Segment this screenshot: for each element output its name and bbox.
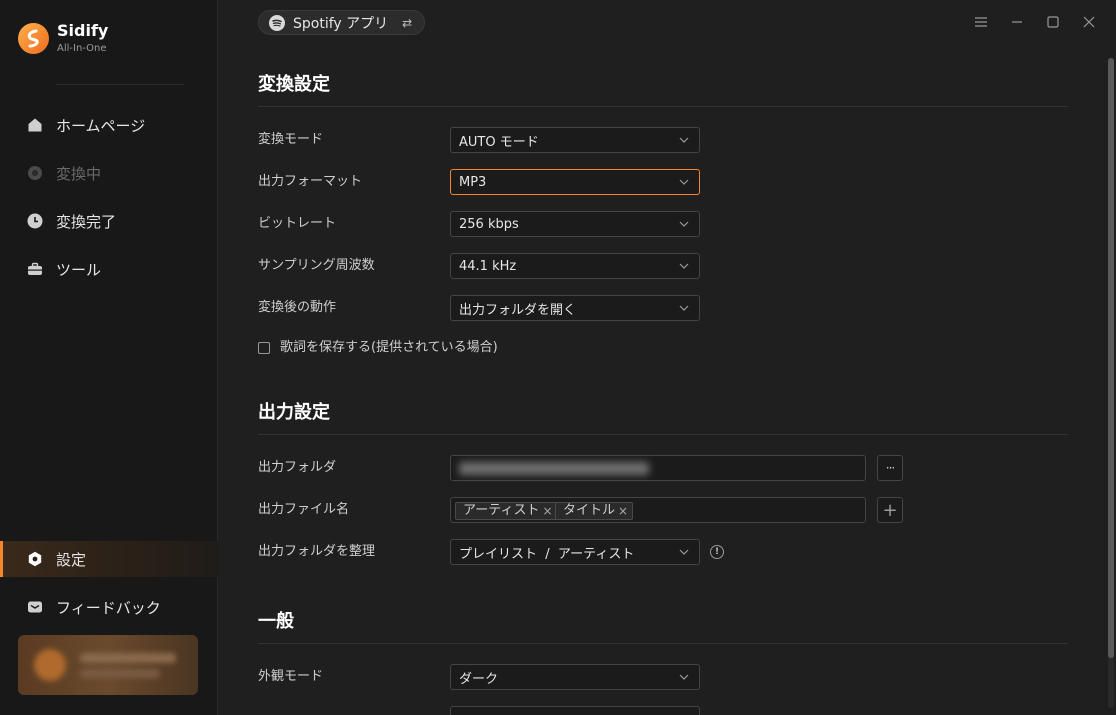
sidebar: Sidify All-In-One ホームページ 変換中 変換完了 ツール 設定… <box>0 0 218 715</box>
sidebar-item-label: 変換完了 <box>56 212 117 231</box>
sidebar-item-label: 設定 <box>56 550 87 569</box>
more-icon: ··· <box>885 461 896 475</box>
sidebar-item-label: 変換中 <box>56 164 102 183</box>
sidebar-item-feedback[interactable]: フィードバック <box>0 589 218 625</box>
label-after-conversion: 変換後の動作 <box>258 300 337 315</box>
promo-text-blurred <box>80 653 176 663</box>
converting-icon <box>26 164 44 182</box>
output-format-select[interactable]: MP3 <box>450 169 700 195</box>
browse-folder-button[interactable]: ··· <box>877 455 903 481</box>
toolbox-icon <box>26 260 44 278</box>
label-bitrate: ビットレート <box>258 216 337 231</box>
after-conversion-select[interactable]: 出力フォルダを開く <box>450 295 700 321</box>
select-value: 出力フォルダを開く <box>459 302 577 318</box>
gear-icon <box>26 550 44 568</box>
sidebar-item-label: ホームページ <box>56 116 146 135</box>
app-window: Sidify All-In-One ホームページ 変換中 変換完了 ツール 設定… <box>0 0 1116 715</box>
swap-icon: ⇄ <box>402 15 413 30</box>
mail-icon <box>26 598 44 616</box>
tag-label: アーティスト <box>463 503 540 518</box>
sidebar-item-converting[interactable]: 変換中 <box>0 155 218 191</box>
sidebar-item-label: フィードバック <box>56 598 161 617</box>
close-icon[interactable] <box>1079 12 1099 32</box>
next-setting-select-partial[interactable] <box>450 706 700 715</box>
app-name: Sidify <box>57 21 109 40</box>
minimize-icon[interactable] <box>1007 12 1027 32</box>
source-label: Spotify アプリ <box>293 15 389 32</box>
section-title-output: 出力設定 <box>258 402 330 423</box>
section-title-general: 一般 <box>258 611 294 632</box>
bitrate-select[interactable]: 256 kbps <box>450 211 700 237</box>
tag-remove-icon[interactable]: × <box>542 503 552 519</box>
output-folder-input[interactable] <box>450 455 866 481</box>
chevron-down-icon <box>679 137 689 143</box>
filename-tag-title[interactable]: タイトル × <box>555 502 634 520</box>
select-value: 256 kbps <box>459 216 519 232</box>
tag-remove-icon[interactable]: × <box>618 503 628 519</box>
section-title-conversion: 変換設定 <box>258 74 330 95</box>
sidebar-item-converted[interactable]: 変換完了 <box>0 203 218 239</box>
chevron-down-icon <box>679 305 689 311</box>
select-value: 44.1 kHz <box>459 258 517 274</box>
app-subtitle: All-In-One <box>57 43 107 54</box>
label-appearance: 外観モード <box>258 669 324 684</box>
label-output-folder: 出力フォルダ <box>258 460 337 475</box>
settings-panel: Spotify アプリ ⇄ 変換設定 変換モード AUTO モード 出力フォーマ… <box>219 0 1116 715</box>
clock-icon <box>26 212 44 230</box>
chevron-down-icon <box>679 674 689 680</box>
menu-icon[interactable] <box>971 12 991 32</box>
select-value: プレイリスト / アーティスト <box>459 546 635 562</box>
section-divider <box>258 434 1068 435</box>
chevron-down-icon <box>679 549 689 555</box>
scrollbar-thumb[interactable] <box>1108 58 1114 658</box>
sidebar-item-home[interactable]: ホームページ <box>0 107 218 143</box>
output-filename-input[interactable]: アーティスト × タイトル × <box>450 497 866 523</box>
tag-label: タイトル <box>563 503 616 518</box>
promo-banner[interactable] <box>18 635 198 695</box>
section-divider <box>258 643 1068 644</box>
sidebar-item-tools[interactable]: ツール <box>0 251 218 287</box>
app-logo-icon <box>18 23 49 54</box>
home-icon <box>26 116 44 134</box>
filename-tag-artist[interactable]: アーティスト × <box>455 502 558 520</box>
plus-icon: + <box>882 499 898 521</box>
sidebar-divider <box>56 84 184 85</box>
sample-rate-select[interactable]: 44.1 kHz <box>450 253 700 279</box>
add-filename-tag-button[interactable]: + <box>877 497 903 523</box>
chevron-down-icon <box>679 221 689 227</box>
select-value: ダーク <box>459 671 499 687</box>
info-icon[interactable]: ! <box>710 545 724 559</box>
source-switch-button[interactable]: Spotify アプリ ⇄ <box>258 10 426 35</box>
sidebar-item-label: ツール <box>56 260 102 279</box>
promo-text-blurred <box>80 669 160 678</box>
save-lyrics-checkbox[interactable] <box>258 342 270 354</box>
label-output-format: 出力フォーマット <box>258 174 363 189</box>
promo-avatar <box>34 649 66 681</box>
select-value: MP3 <box>459 174 487 190</box>
output-folder-path-blurred <box>459 462 649 475</box>
label-conversion-mode: 変換モード <box>258 132 324 147</box>
label-output-filename: 出力ファイル名 <box>258 502 350 517</box>
section-divider <box>258 106 1068 107</box>
brand: Sidify All-In-One <box>18 22 108 55</box>
appearance-select[interactable]: ダーク <box>450 664 700 690</box>
save-lyrics-label: 歌詞を保存する(提供されている場合) <box>280 340 498 355</box>
maximize-icon[interactable] <box>1043 12 1063 32</box>
label-organize-output: 出力フォルダを整理 <box>258 544 376 559</box>
organize-output-select[interactable]: プレイリスト / アーティスト <box>450 539 700 565</box>
chevron-down-icon <box>679 263 689 269</box>
conversion-mode-select[interactable]: AUTO モード <box>450 127 700 153</box>
spotify-icon <box>269 14 285 31</box>
sidebar-item-settings[interactable]: 設定 <box>0 541 218 577</box>
chevron-down-icon <box>679 179 689 185</box>
label-sample-rate: サンプリング周波数 <box>258 258 375 273</box>
select-value: AUTO モード <box>459 134 539 150</box>
